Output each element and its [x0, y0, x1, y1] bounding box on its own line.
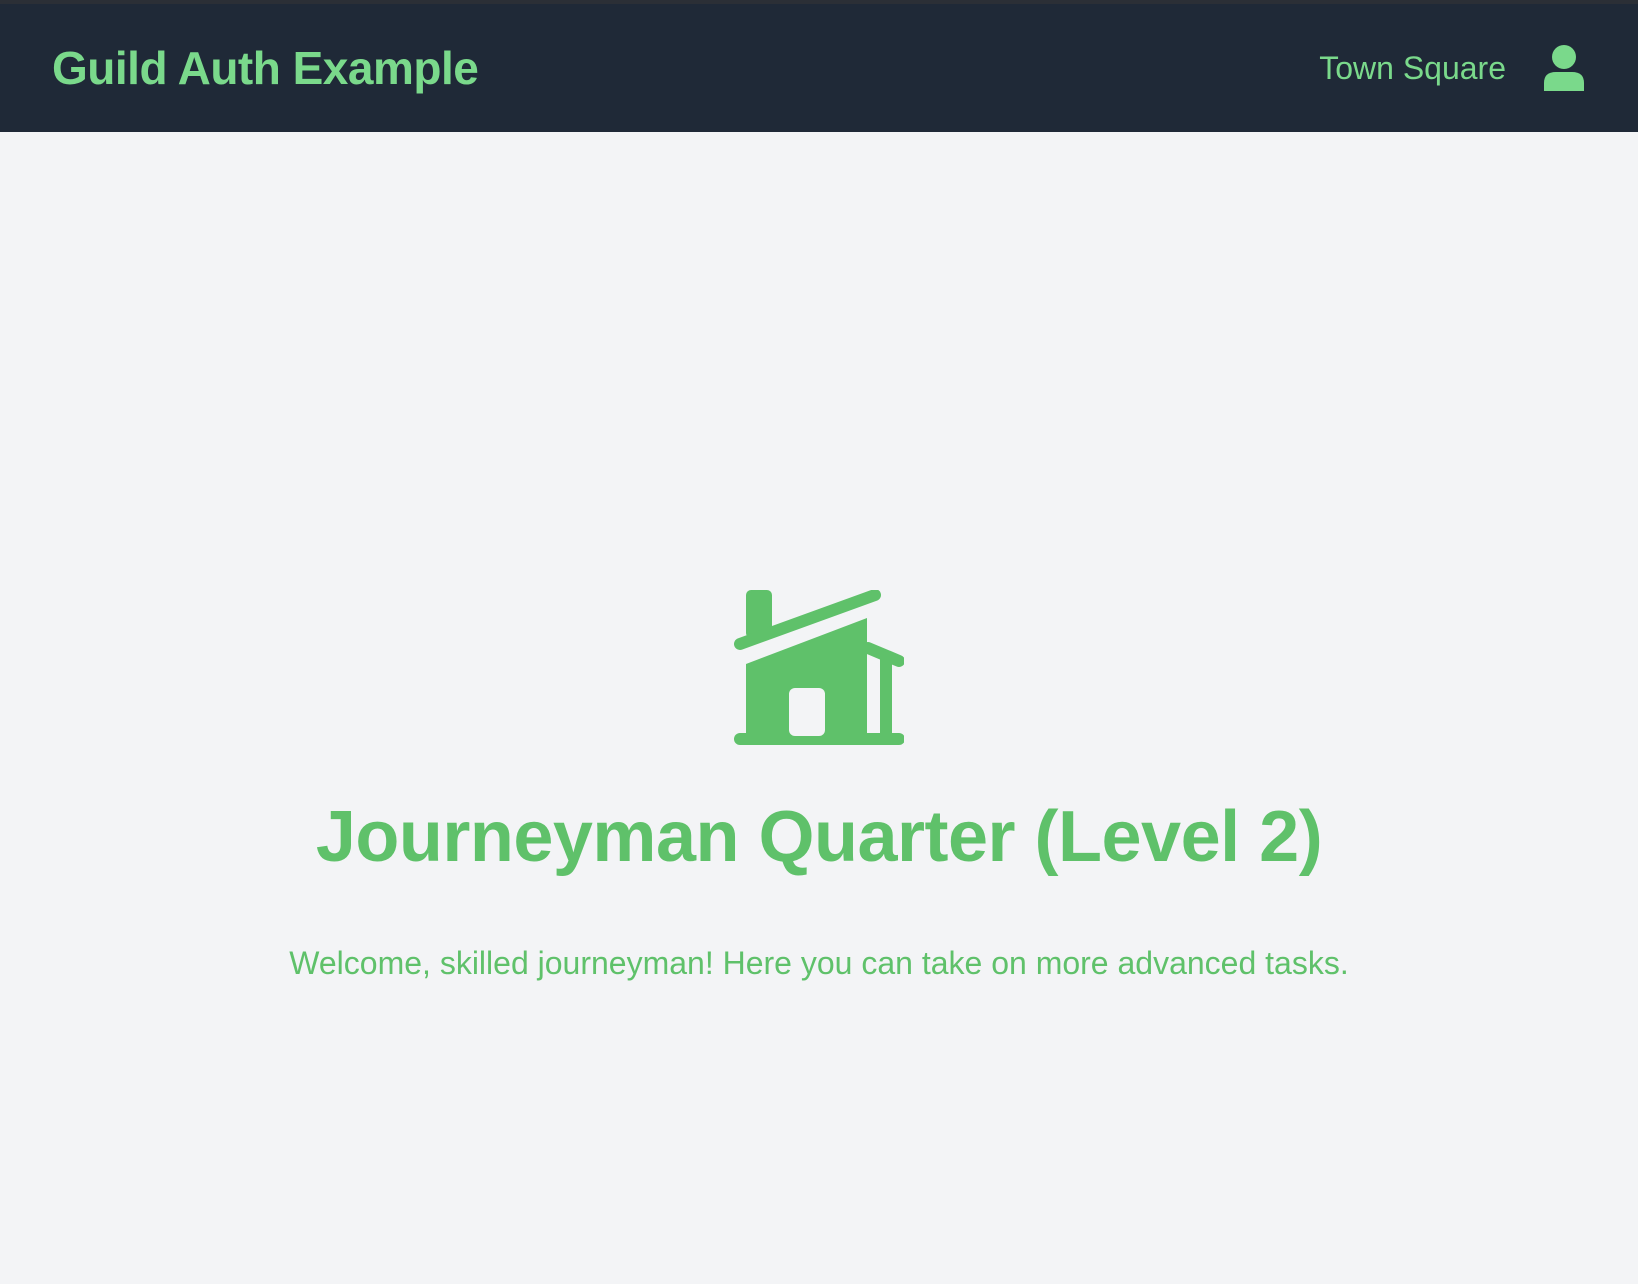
welcome-message: Welcome, skilled journeyman! Here you ca…	[289, 945, 1349, 982]
main-content: Journeyman Quarter (Level 2) Welcome, sk…	[0, 132, 1638, 1284]
brand-title[interactable]: Guild Auth Example	[52, 41, 479, 95]
user-icon	[1544, 45, 1584, 91]
page-title: Journeyman Quarter (Level 2)	[315, 797, 1323, 877]
house-icon	[734, 589, 905, 745]
user-menu-button[interactable]	[1542, 42, 1586, 94]
nav-right: Town Square	[1319, 42, 1586, 94]
navbar: Guild Auth Example Town Square	[0, 4, 1638, 132]
house-icon-wrapper	[734, 589, 905, 750]
nav-link-town-square[interactable]: Town Square	[1319, 50, 1506, 87]
